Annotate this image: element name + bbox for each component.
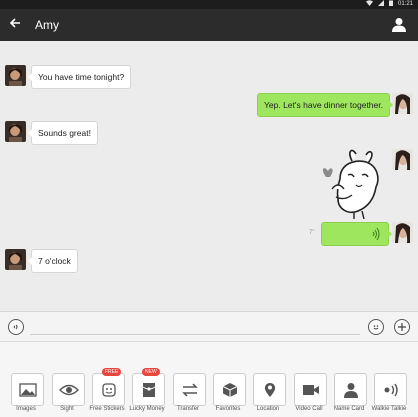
wifi-icon	[365, 0, 373, 9]
avatar-sent[interactable]	[392, 222, 413, 243]
voice-wave-icon	[372, 223, 380, 253]
status-bar: 01:21	[0, 0, 418, 9]
rabbit-sticker[interactable]	[318, 149, 386, 220]
person-icon[interactable]	[392, 17, 406, 32]
plus-icon[interactable]	[394, 319, 410, 335]
status-icons: 01:21	[365, 0, 413, 9]
input-bar	[0, 311, 418, 342]
voice-icon[interactable]	[8, 319, 24, 335]
cube-icon[interactable]	[213, 373, 246, 406]
eye-icon[interactable]	[52, 373, 85, 406]
message-bubble-received[interactable]: 7 o'clock	[28, 249, 78, 273]
avatar-received[interactable]	[5, 121, 26, 142]
avatar-sent[interactable]	[392, 93, 413, 114]
tool-label: Location	[256, 406, 280, 412]
new-badge: NEW	[142, 368, 160, 376]
back-arrow-icon[interactable]	[9, 16, 21, 32]
tool-label: Free Stickers	[89, 406, 125, 412]
video-camera-icon[interactable]	[294, 373, 327, 406]
avatar-sent[interactable]	[392, 149, 413, 170]
avatar-received[interactable]	[5, 65, 26, 86]
tool-label: Sight	[60, 406, 74, 412]
signal-icon	[377, 0, 384, 9]
red-packet-icon[interactable]: NEW	[132, 368, 165, 406]
tool-label: Video Call	[295, 406, 323, 412]
message-bubble-received[interactable]: Sounds great!	[28, 121, 98, 145]
chat-area[interactable]: You have time tonight? Yep. Let's have d…	[0, 41, 418, 311]
tool-label: Walkie Talkie	[371, 406, 407, 412]
tool-label: Favorites	[215, 406, 241, 412]
status-time: 01:21	[397, 1, 413, 7]
avatar-received[interactable]	[5, 249, 26, 270]
message-bubble-sent[interactable]: Yep. Let's have dinner together.	[257, 93, 393, 117]
transfer-icon[interactable]	[173, 373, 206, 406]
emoji-icon[interactable]	[368, 319, 384, 335]
tool-label: Name Card	[333, 406, 365, 412]
sticker-icon[interactable]: FREE	[92, 368, 125, 406]
message-bubble-received[interactable]: You have time tonight?	[27, 65, 132, 89]
location-pin-icon[interactable]	[253, 373, 286, 406]
battery-icon	[388, 0, 393, 9]
tool-label: Lucky Money	[129, 406, 165, 412]
message-input[interactable]	[30, 334, 360, 335]
attachment-panel: Images Sight FREE Free Stickers NEW Luck…	[0, 341, 418, 417]
image-icon[interactable]	[11, 373, 44, 406]
tool-label: Transfer	[176, 406, 200, 412]
walkie-talkie-icon[interactable]	[374, 373, 407, 406]
voice-message-bubble[interactable]	[321, 222, 392, 246]
name-card-icon[interactable]	[334, 373, 367, 406]
free-badge: FREE	[102, 368, 122, 376]
tool-label: Images	[16, 406, 36, 412]
chat-header: Amy	[0, 9, 418, 41]
chat-title: Amy	[35, 18, 59, 32]
voice-duration: 7"	[309, 230, 315, 236]
